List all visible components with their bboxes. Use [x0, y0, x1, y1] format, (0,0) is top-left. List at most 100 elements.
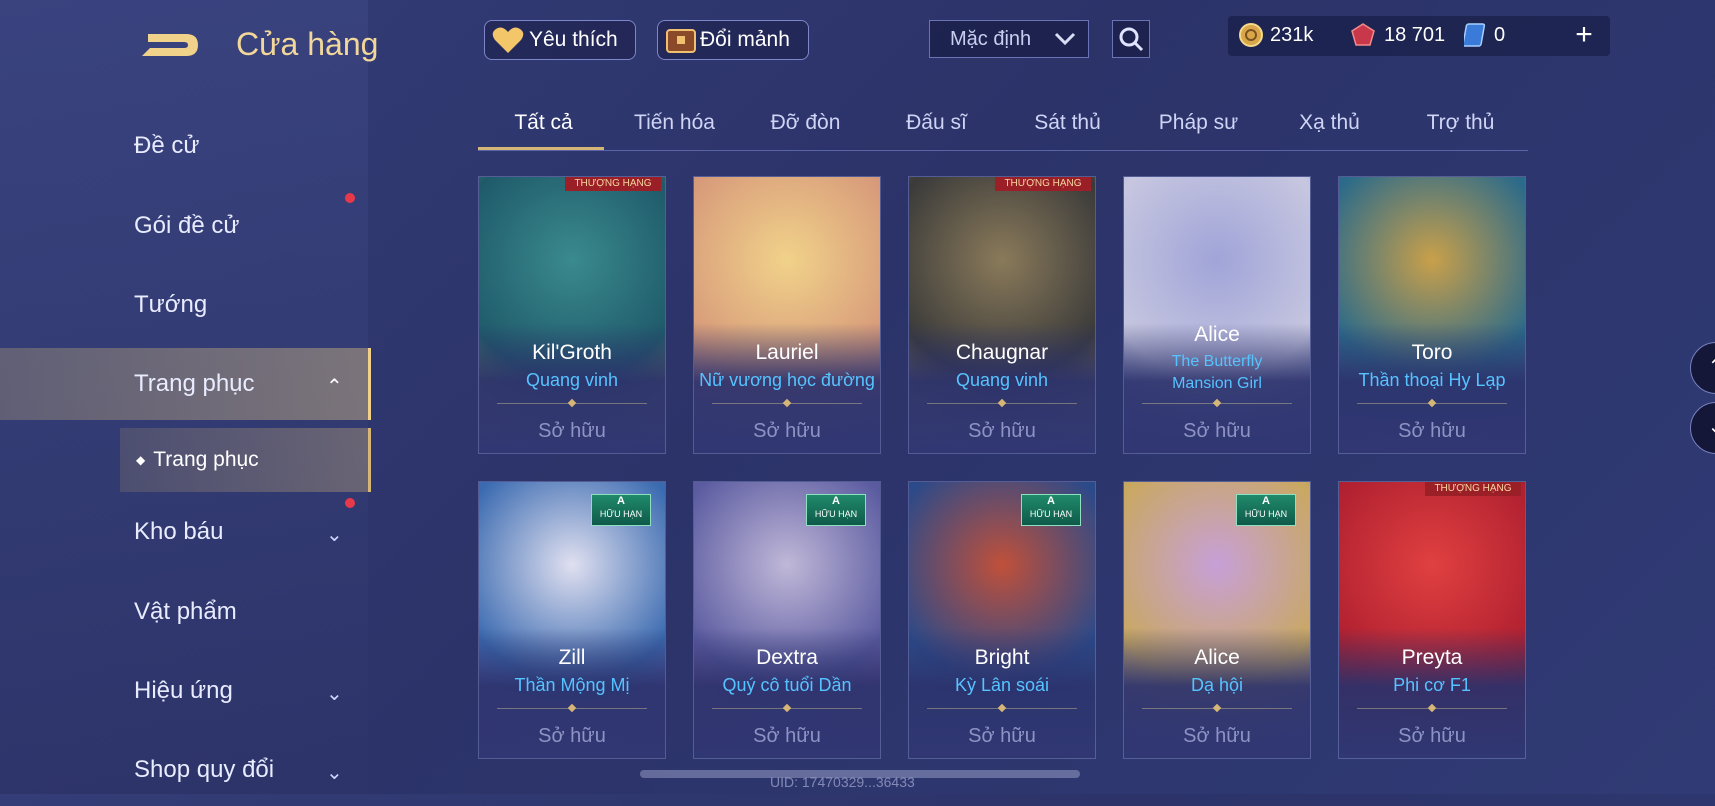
- owned-status: Sở hữu: [538, 725, 606, 747]
- skin-card[interactable]: A HỮU HẠN Zill Thần Mộng Mị Sở hữu: [478, 481, 666, 759]
- chevron-down-icon: ⌄: [326, 683, 343, 705]
- search-icon: [1119, 27, 1144, 52]
- chevron-down-icon: [1054, 32, 1076, 46]
- role-tabs: Tất cả Tiến hóa Đỡ đòn Đấu sĩ Sát thủ Ph…: [478, 96, 1528, 151]
- skin-card[interactable]: A HỮU HẠN Alice Dạ hội Sở hữu: [1123, 481, 1311, 759]
- sidebar-item-recommended[interactable]: Đề cử: [0, 110, 368, 182]
- skin-name: Kỳ Lân soái: [954, 675, 1050, 695]
- owned-status: Sở hữu: [968, 725, 1036, 747]
- sidebar-item-items[interactable]: Vật phẩm: [0, 576, 368, 648]
- skin-name: Thần thoại Hy Lạp: [1358, 370, 1506, 390]
- tab-mage[interactable]: Pháp sư: [1133, 96, 1264, 150]
- owned-status: Sở hữu: [1183, 725, 1251, 747]
- voucher-value: 0: [1494, 23, 1506, 46]
- skin-name: Thần Mộng Mị: [514, 675, 630, 695]
- heart-icon: [492, 27, 524, 53]
- hero-name: Alice: [1194, 323, 1240, 346]
- sidebar-item-label: Vật phẩm: [134, 598, 237, 625]
- sidebar-item-exchange-shop[interactable]: Shop quy đổi ⌄: [0, 734, 368, 806]
- sidebar-item-label: Trang phục: [134, 370, 255, 397]
- favorites-label: Yêu thích: [529, 28, 618, 51]
- gold-coin-icon: [1239, 23, 1263, 47]
- tab-assassin[interactable]: Sát thủ: [1002, 96, 1133, 150]
- sidebar-item-label: Gói đề cử: [134, 212, 240, 239]
- sidebar-item-label: Tướng: [134, 291, 208, 318]
- tab-evolution[interactable]: Tiến hóa: [609, 96, 740, 150]
- uid-label: UID: 17470329...36433: [770, 774, 915, 790]
- hero-name: Preyta: [1401, 646, 1463, 669]
- sidebar-subitem-skins[interactable]: ◆ Trang phục: [120, 428, 371, 492]
- hero-name: Chaugnar: [955, 341, 1049, 364]
- notification-dot: [345, 193, 355, 203]
- sort-dropdown[interactable]: Mặc định: [929, 20, 1089, 58]
- skin-name: Quang vinh: [955, 370, 1049, 390]
- exchange-shards-button[interactable]: Đổi mảnh: [657, 20, 809, 60]
- sidebar-item-label: Kho báu: [134, 518, 224, 545]
- sidebar-item-heroes[interactable]: Tướng: [0, 269, 368, 341]
- limited-badge: A HỮU HẠN: [1236, 494, 1296, 526]
- sidebar-subitem-label: Trang phục: [153, 448, 259, 471]
- skin-card[interactable]: Lauriel Nữ vương học đường Sở hữu: [693, 176, 881, 454]
- bullet-icon: ◆: [136, 453, 146, 467]
- tab-tank[interactable]: Đỡ đòn: [740, 96, 871, 150]
- premium-badge: THƯỢNG HẠNG: [1425, 482, 1521, 496]
- gold-value: 231k: [1270, 23, 1314, 46]
- owned-status: Sở hữu: [753, 725, 821, 747]
- skin-card[interactable]: Alice The Butterfly Mansion Girl Sở hữu: [1123, 176, 1311, 454]
- tab-all[interactable]: Tất cả: [478, 96, 609, 150]
- skin-name: Phi cơ F1: [1393, 675, 1471, 695]
- voucher-icon: [1464, 23, 1486, 47]
- hero-name: Alice: [1194, 646, 1240, 669]
- limited-badge: A HỮU HẠN: [1021, 494, 1081, 526]
- hero-name: Toro: [1411, 341, 1453, 364]
- tab-support[interactable]: Trợ thủ: [1395, 96, 1526, 150]
- skin-name: Nữ vương học đường: [699, 370, 875, 390]
- favorites-button[interactable]: Yêu thích: [484, 20, 636, 60]
- hero-name: Dextra: [756, 646, 818, 669]
- owned-status: Sở hữu: [1398, 725, 1466, 747]
- page-title: Cửa hàng: [236, 26, 379, 62]
- search-button[interactable]: [1112, 20, 1150, 58]
- chest-icon: [666, 29, 696, 53]
- owned-status: Sở hữu: [1183, 420, 1251, 442]
- add-currency-button[interactable]: +: [1566, 16, 1602, 56]
- skin-card[interactable]: THƯỢNG HẠNG Chaugnar Quang vinh Sở hữu: [908, 176, 1096, 454]
- hero-name: Lauriel: [755, 341, 819, 364]
- chevron-down-icon: ⌄: [1708, 416, 1715, 438]
- premium-badge: THƯỢNG HẠNG: [565, 177, 661, 191]
- owned-status: Sở hữu: [753, 420, 821, 442]
- premium-badge: THƯỢNG HẠNG: [995, 177, 1091, 191]
- ruby-balance: 18 701: [1350, 22, 1445, 48]
- sidebar-item-label: Đề cử: [134, 132, 200, 159]
- hero-name: Zill: [558, 646, 586, 669]
- skin-name: Dạ hội: [1190, 675, 1244, 695]
- exchange-shards-label: Đổi mảnh: [700, 28, 790, 51]
- sidebar-item-label: Shop quy đổi: [134, 756, 275, 783]
- sidebar-item-effects[interactable]: Hiệu ứng ⌄: [0, 655, 368, 727]
- chevron-up-icon: ⌃: [1708, 356, 1715, 378]
- notification-dot: [345, 498, 355, 508]
- ruby-value: 18 701: [1384, 23, 1446, 46]
- tab-marksman[interactable]: Xạ thủ: [1264, 96, 1395, 150]
- scroll-up-button[interactable]: ⌃: [1690, 342, 1715, 394]
- skin-name: Quang vinh: [525, 370, 619, 390]
- skin-name: Quý cô tuổi Dần: [722, 675, 852, 695]
- scroll-down-button[interactable]: ⌄: [1690, 402, 1715, 454]
- skin-card[interactable]: Toro Thần thoại Hy Lạp Sở hữu: [1338, 176, 1526, 454]
- skin-card[interactable]: A HỮU HẠN Dextra Quý cô tuổi Dần Sở hữu: [693, 481, 881, 759]
- skin-card[interactable]: THƯỢNG HẠNG Kil'Groth Quang vinh Sở hữu: [478, 176, 666, 454]
- back-button[interactable]: [134, 26, 206, 64]
- sidebar-item-skins[interactable]: Trang phục ⌃: [0, 348, 371, 420]
- back-arrow-icon: [142, 34, 198, 56]
- ruby-icon: [1351, 23, 1375, 46]
- chevron-up-icon: ⌃: [326, 376, 343, 398]
- chevron-down-icon: ⌄: [326, 762, 343, 784]
- limited-badge: A HỮU HẠN: [591, 494, 651, 526]
- sidebar-item-recommended-packs[interactable]: Gói đề cử: [0, 190, 368, 262]
- sidebar-item-treasure[interactable]: Kho báu ⌄: [0, 496, 368, 568]
- tab-warrior[interactable]: Đấu sĩ: [871, 96, 1002, 150]
- owned-status: Sở hữu: [538, 420, 606, 442]
- skin-card[interactable]: THƯỢNG HẠNG Preyta Phi cơ F1 Sở hữu: [1338, 481, 1526, 759]
- hero-name: Bright: [974, 646, 1030, 669]
- skin-card[interactable]: A HỮU HẠN Bright Kỳ Lân soái Sở hữu: [908, 481, 1096, 759]
